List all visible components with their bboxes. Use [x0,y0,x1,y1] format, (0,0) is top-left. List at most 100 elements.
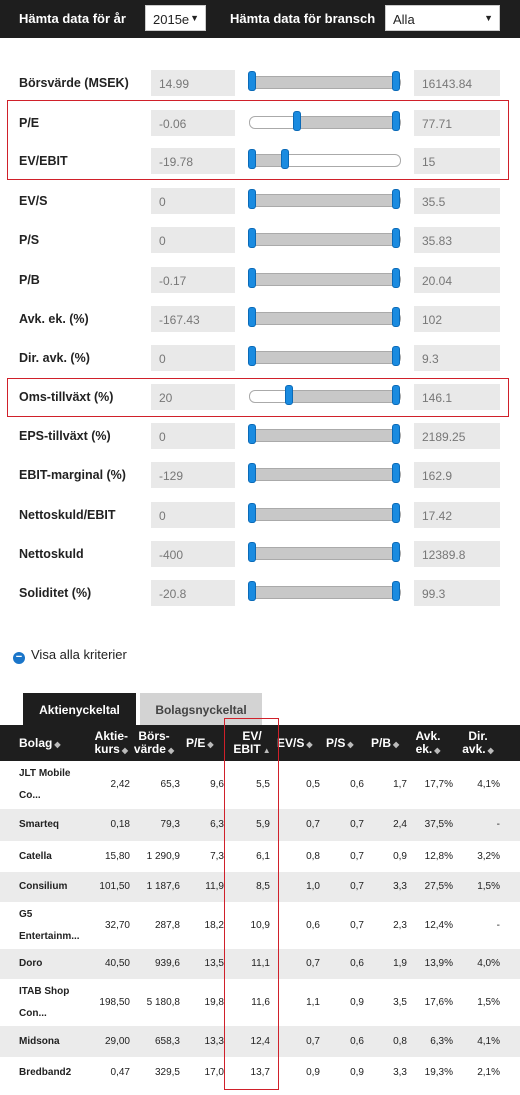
show-all-label: Visa alla kriterier [31,647,127,662]
slider-min-handle[interactable] [248,346,256,366]
column-header-line: ek. [415,742,433,756]
cell-avk-ek: 6,3% [430,1035,453,1047]
filter-max-input[interactable]: 20.04 [414,267,500,293]
column-header-p-b[interactable]: P/B ◆ [371,737,411,751]
slider-max-handle[interactable] [392,71,400,91]
filter-min-input[interactable]: -129 [151,462,235,488]
filter-slider[interactable] [248,542,401,562]
filter-slider[interactable] [248,307,401,327]
filter-max-input[interactable]: 162.9 [414,462,500,488]
filter-slider[interactable] [248,268,401,288]
cell-pe: 18,2 [204,919,224,931]
filter-slider[interactable] [248,71,401,91]
slider-min-handle[interactable] [248,307,256,327]
slider-min-handle[interactable] [248,581,256,601]
cell-borsvarde: 287,8 [154,919,180,931]
filter-min-input[interactable]: 0 [151,345,235,371]
slider-max-handle[interactable] [392,189,400,209]
filter-min-input[interactable]: -400 [151,541,235,567]
cell-avk-ek: 19,3% [424,1067,453,1078]
filter-max-input[interactable]: 17.42 [414,502,500,528]
slider-range [251,548,397,559]
minus-circle-icon: − [13,652,25,664]
filter-row: Nettoskuld -400 12389.8 [0,541,520,567]
company-name-line: ITAB Shop [19,985,70,997]
cell-dir-avk: 4,1% [477,1035,500,1047]
cell-p-b: 3,5 [393,996,407,1008]
filter-max-input[interactable]: 35.5 [414,188,500,214]
slider-range [251,352,397,363]
slider-min-handle[interactable] [248,463,256,483]
filter-min-input[interactable]: 0 [151,502,235,528]
filter-max-input[interactable]: 2189.25 [414,423,500,449]
column-header-ev-s[interactable]: EV/S ◆ [277,737,321,751]
column-header-avk-ek[interactable]: Avk. ek. ◆ [412,730,444,757]
filter-row: Nettoskuld/EBIT 0 17.42 [0,502,520,528]
slider-max-handle[interactable] [392,424,400,444]
filter-slider[interactable] [248,581,401,601]
filter-max-input[interactable]: 12389.8 [414,541,500,567]
slider-range [251,195,397,206]
company-name-line: Co... [19,790,41,801]
filter-row: P/S 0 35.83 [0,227,520,253]
company-name-line: JLT Mobile [19,768,71,779]
filter-min-input[interactable]: 0 [151,227,235,253]
tab-aktienyckeltal[interactable]: Aktienyckeltal [23,693,136,725]
slider-max-handle[interactable] [392,228,400,248]
filter-slider[interactable] [248,346,401,366]
slider-max-handle[interactable] [392,307,400,327]
filter-min-input[interactable]: -167.43 [151,306,235,332]
slider-max-handle[interactable] [392,463,400,483]
slider-min-handle[interactable] [248,228,256,248]
column-header-line: EV/S [277,736,305,750]
filter-slider[interactable] [248,503,401,523]
filter-min-input[interactable]: -0.17 [151,267,235,293]
filter-max-input[interactable]: 99.3 [414,580,500,606]
cell-dir-avk: 1,5% [477,881,500,892]
sort-icon: ◆ [434,746,441,755]
filter-min-input[interactable]: 0 [151,423,235,449]
cell-dir-avk: 1,5% [477,996,500,1008]
filter-min-input[interactable]: 14.99 [151,70,235,96]
slider-max-handle[interactable] [392,268,400,288]
slider-max-handle[interactable] [392,581,400,601]
industry-value: Alla [393,12,415,27]
filter-min-input[interactable]: -20.8 [151,580,235,606]
column-header-dir-avk[interactable]: Dir. avk. ◆ [462,730,494,757]
filter-max-input[interactable]: 102 [414,306,500,332]
slider-min-handle[interactable] [248,503,256,523]
slider-range [251,274,397,285]
slider-max-handle[interactable] [392,346,400,366]
slider-min-handle[interactable] [248,71,256,91]
column-header-p-s[interactable]: P/S ◆ [326,737,366,751]
filter-label: Avk. ek. (%) [19,312,89,326]
slider-range [251,430,397,441]
cell-borsvarde: 1 290,9 [146,850,180,862]
slider-max-handle[interactable] [392,542,400,562]
filter-slider[interactable] [248,463,401,483]
slider-max-handle[interactable] [392,503,400,523]
column-header-pe[interactable]: P/E ◆ [186,737,220,751]
slider-min-handle[interactable] [248,268,256,288]
slider-min-handle[interactable] [248,189,256,209]
filter-label: Soliditet (%) [19,586,92,600]
filter-max-input[interactable]: 16143.84 [414,70,500,96]
filter-slider[interactable] [248,424,401,444]
column-header-bolag[interactable]: Bolag ◆ [19,737,61,751]
filter-slider[interactable] [248,189,401,209]
column-header-line: P/S [326,736,346,750]
show-all-criteria-link[interactable]: − Visa alla kriterier [13,647,127,664]
cell-borsvarde: 79,3 [160,819,180,830]
cell-dir-avk: 2,1% [477,1067,500,1078]
column-header-aktiekurs[interactable]: Aktie-kurs ◆ [80,730,128,757]
filter-max-input[interactable]: 9.3 [414,345,500,371]
filter-max-input[interactable]: 35.83 [414,227,500,253]
sort-icon: ◆ [54,740,61,749]
slider-min-handle[interactable] [248,542,256,562]
filter-slider[interactable] [248,228,401,248]
filter-min-input[interactable]: 0 [151,188,235,214]
year-select[interactable]: 2015e ▼ [145,5,206,31]
industry-select[interactable]: Alla ▼ [385,5,500,31]
column-header-borsvarde[interactable]: Börs-värde ◆ [130,730,178,757]
slider-min-handle[interactable] [248,424,256,444]
